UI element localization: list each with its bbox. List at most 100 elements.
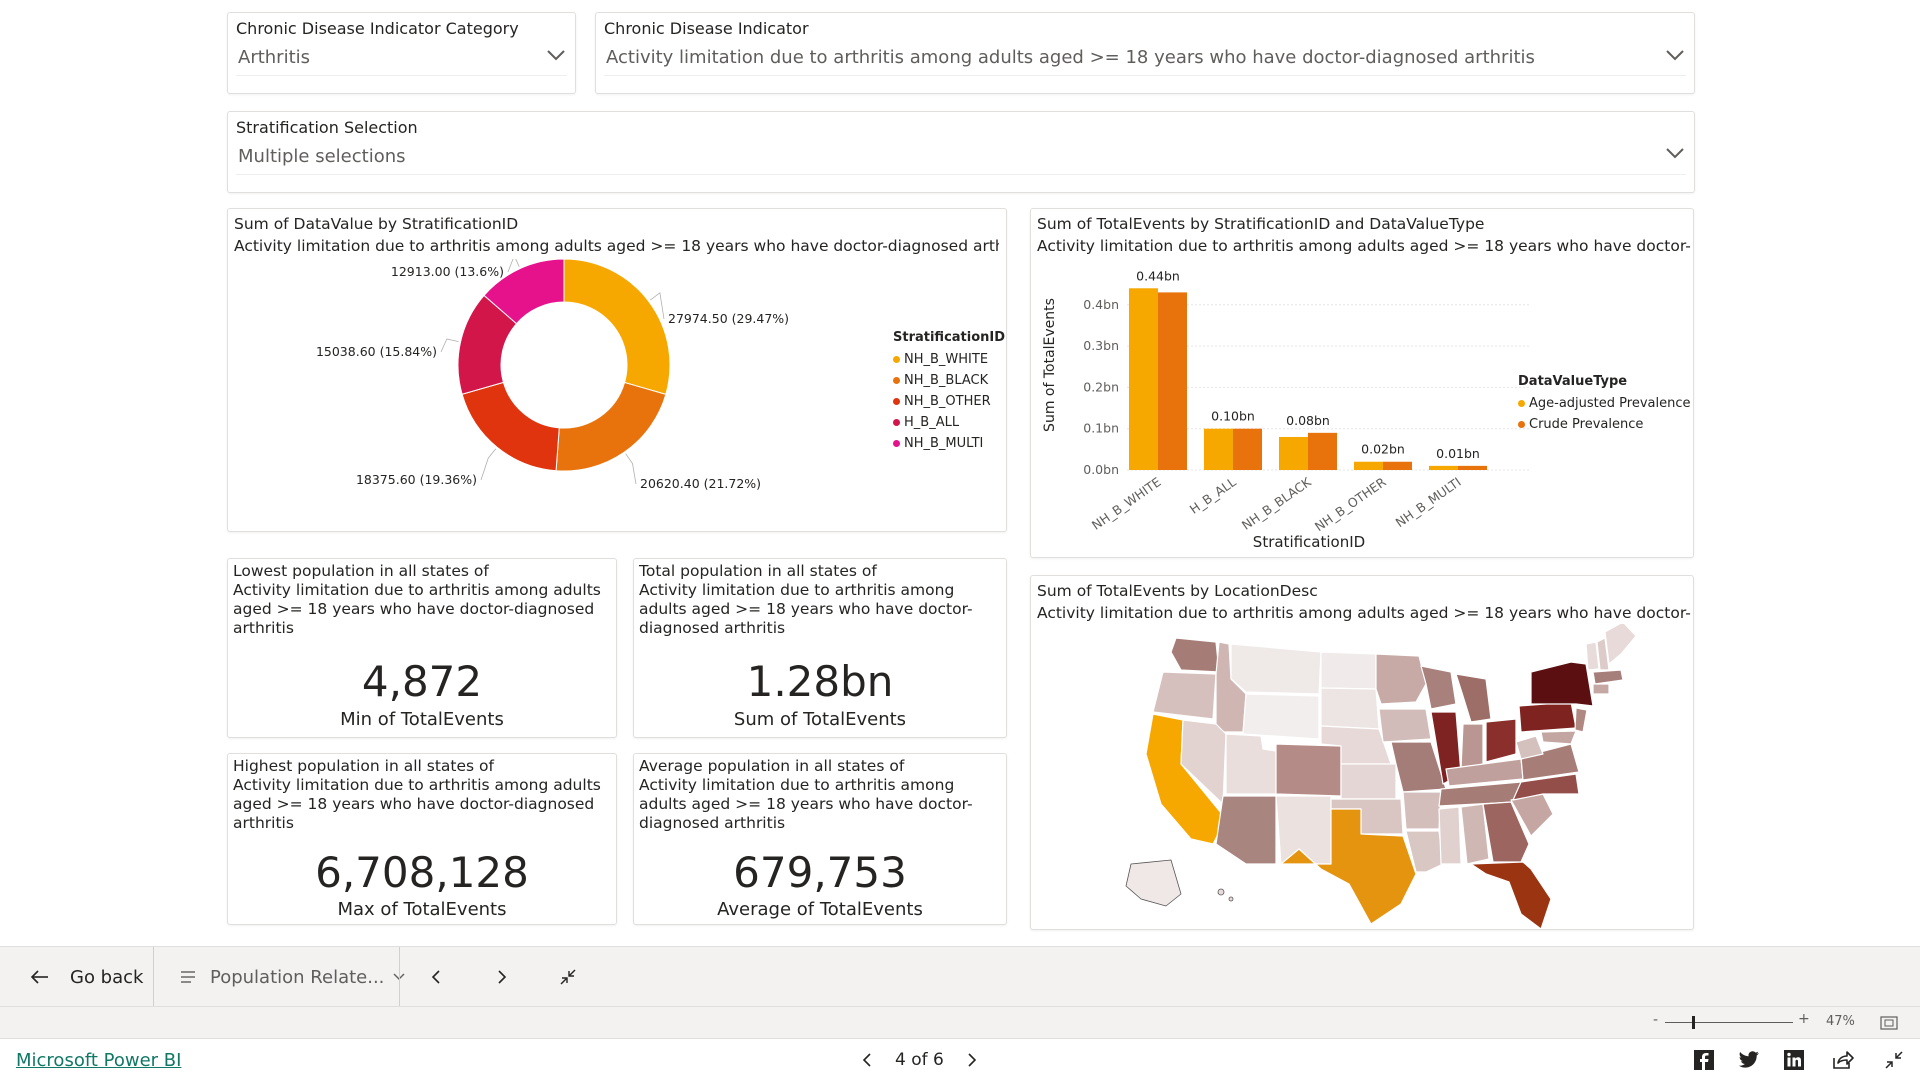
donut-data-label: 15038.60 (15.84%)	[316, 344, 437, 359]
bar-legend-item[interactable]: Crude Prevalence	[1518, 414, 1690, 435]
bar-legend-item[interactable]: Age-adjusted Prevalence	[1518, 393, 1690, 414]
donut-slice-nh-b-other[interactable]	[461, 381, 560, 472]
stratification-slicer-value[interactable]: Multiple selections	[238, 146, 406, 167]
bar-nh-b-other-crude[interactable]	[1383, 461, 1412, 470]
donut-leader-line	[480, 448, 497, 481]
legend-label: NH_B_BLACK	[904, 373, 989, 388]
chevron-left-icon[interactable]	[428, 947, 444, 1007]
kpi-max-subtitle: Activity limitation due to arthritis amo…	[233, 776, 601, 832]
go-back-label: Go back	[70, 966, 144, 988]
map-state-oregon	[1152, 671, 1217, 720]
category-slicer[interactable]: Chronic Disease Indicator Category Arthr…	[227, 12, 576, 94]
kpi-min-value: 4,872	[361, 657, 483, 706]
facebook-icon[interactable]	[1694, 1050, 1714, 1070]
bar-y-axis-title: Sum of TotalEvents	[1042, 298, 1058, 432]
pages-dropdown[interactable]: Population Relate...	[180, 947, 406, 1007]
bar-nh-b-black-age-adjusted[interactable]	[1279, 436, 1308, 470]
zoom-in-button[interactable]: +	[1798, 1011, 1810, 1027]
bar-title: Sum of TotalEvents by StratificationID a…	[1037, 213, 1691, 257]
map-visual[interactable]: Sum of TotalEvents by LocationDesc Activ…	[1030, 575, 1694, 930]
donut-leader-line	[440, 338, 459, 353]
power-bi-link[interactable]: Microsoft Power BI	[16, 1050, 181, 1071]
bar-h-b-all-crude[interactable]	[1233, 428, 1262, 470]
indicator-slicer-value[interactable]: Activity limitation due to arthritis amo…	[606, 47, 1535, 68]
bar-ytick-label: 0.2bn	[1083, 379, 1119, 394]
bar-xtick-label: NH_B_MULTI	[1393, 474, 1464, 530]
bar-ytick-label: 0.3bn	[1083, 338, 1119, 353]
map-state-kansas	[1340, 763, 1397, 800]
kpi-card-min[interactable]: Lowest population in all states of Activ…	[227, 558, 617, 738]
donut-legend-title: StratificationID	[893, 330, 1006, 345]
donut-chart[interactable]: 27974.50 (29.47%) 20620.40 (21.72%) 18375.…	[228, 259, 1008, 529]
map-state-alaska	[1125, 859, 1182, 907]
donut-legend-item[interactable]: NH_B_MULTI	[893, 433, 1005, 454]
stratification-slicer[interactable]: Stratification Selection Multiple select…	[227, 111, 1695, 193]
donut-slice-nh-b-white[interactable]	[563, 259, 671, 396]
bar-xtick-label: H_B_ALL	[1187, 474, 1239, 517]
bar-nh-b-white-age-adjusted[interactable]	[1129, 288, 1158, 470]
bar-data-label: 0.44bn	[1136, 268, 1180, 283]
legend-dot	[893, 356, 900, 363]
twitter-icon[interactable]	[1738, 1050, 1760, 1070]
category-slicer-value[interactable]: Arthritis	[238, 47, 310, 68]
indicator-slicer-title: Chronic Disease Indicator	[604, 19, 809, 38]
slicer-underline	[236, 75, 567, 76]
legend-label: Crude Prevalence	[1529, 417, 1644, 432]
donut-slice-nh-b-black[interactable]	[555, 381, 667, 472]
map-state-arkansas	[1402, 791, 1442, 830]
chevron-right-icon[interactable]	[965, 1050, 979, 1070]
map-state-hawaii-islands	[1228, 896, 1234, 902]
chevron-down-icon[interactable]	[1664, 145, 1686, 161]
bar-nh-b-white-crude[interactable]	[1158, 292, 1187, 470]
bar-chart-visual[interactable]: Sum of TotalEvents by StratificationID a…	[1030, 208, 1694, 558]
map-state-utah	[1225, 733, 1277, 795]
us-choropleth-map[interactable]	[1031, 624, 1695, 929]
kpi-card-max[interactable]: Highest population in all states of Acti…	[227, 753, 617, 925]
kpi-avg-title: Average population in all states of	[639, 757, 905, 775]
kpi-card-sum[interactable]: Total population in all states of Activi…	[633, 558, 1007, 738]
bar-legend-title: DataValueType	[1518, 374, 1628, 389]
stratification-slicer-title: Stratification Selection	[236, 118, 418, 137]
bar-nh-b-multi-age-adjusted[interactable]	[1429, 465, 1458, 470]
chevron-left-icon[interactable]	[860, 1050, 874, 1070]
bar-ytick-label: 0.0bn	[1083, 462, 1119, 477]
chevron-down-icon[interactable]	[1664, 47, 1686, 63]
legend-dot	[893, 440, 900, 447]
donut-chart-visual[interactable]: Sum of DataValue by StratificationID Act…	[227, 208, 1007, 532]
kpi-card-min-title: Lowest population in all states of Activ…	[233, 562, 610, 638]
chevron-down-icon[interactable]	[545, 47, 567, 63]
category-slicer-title: Chronic Disease Indicator Category	[236, 19, 519, 38]
donut-legend-item[interactable]: H_B_ALL	[893, 412, 1005, 433]
bar-h-b-all-age-adjusted[interactable]	[1204, 428, 1233, 470]
zoom-slider-thumb[interactable]	[1692, 1016, 1696, 1029]
map-state-minnesota	[1375, 653, 1427, 705]
go-back-button[interactable]: Go back	[30, 947, 143, 1007]
map-state-mississippi	[1438, 806, 1462, 865]
donut-legend-item[interactable]: NH_B_OTHER	[893, 391, 1005, 412]
legend-label: H_B_ALL	[904, 415, 960, 430]
bar-data-label: 0.02bn	[1361, 442, 1405, 457]
zoom-slider[interactable]	[1665, 1016, 1793, 1029]
map-state-maryland	[1540, 730, 1577, 745]
map-state-new-york	[1530, 661, 1594, 707]
donut-legend-item[interactable]: NH_B_BLACK	[893, 370, 1005, 391]
bar-nh-b-multi-crude[interactable]	[1458, 465, 1487, 470]
indicator-slicer[interactable]: Chronic Disease Indicator Activity limit…	[595, 12, 1695, 94]
linkedin-icon[interactable]	[1784, 1050, 1804, 1070]
fit-to-page-icon[interactable]	[1880, 1016, 1898, 1030]
kpi-avg-label: Average of TotalEvents	[717, 899, 923, 920]
map-state-hawaii	[1217, 888, 1225, 896]
map-state-pennsylvania	[1518, 701, 1577, 733]
map-state-iowa	[1378, 708, 1432, 743]
legend-dot	[893, 419, 900, 426]
bar-nh-b-black-crude[interactable]	[1308, 432, 1337, 470]
donut-legend-item[interactable]: NH_B_WHITE	[893, 349, 1005, 370]
kpi-card-avg[interactable]: Average population in all states of Acti…	[633, 753, 1007, 925]
bar-nh-b-other-age-adjusted[interactable]	[1354, 461, 1383, 470]
share-icon[interactable]	[1832, 1050, 1854, 1070]
collapse-icon[interactable]	[558, 947, 578, 1007]
fullscreen-icon[interactable]	[1884, 1050, 1904, 1070]
zoom-out-button[interactable]: -	[1653, 1012, 1658, 1028]
chevron-right-icon[interactable]	[494, 947, 510, 1007]
bar-ytick-label: 0.1bn	[1083, 421, 1119, 436]
